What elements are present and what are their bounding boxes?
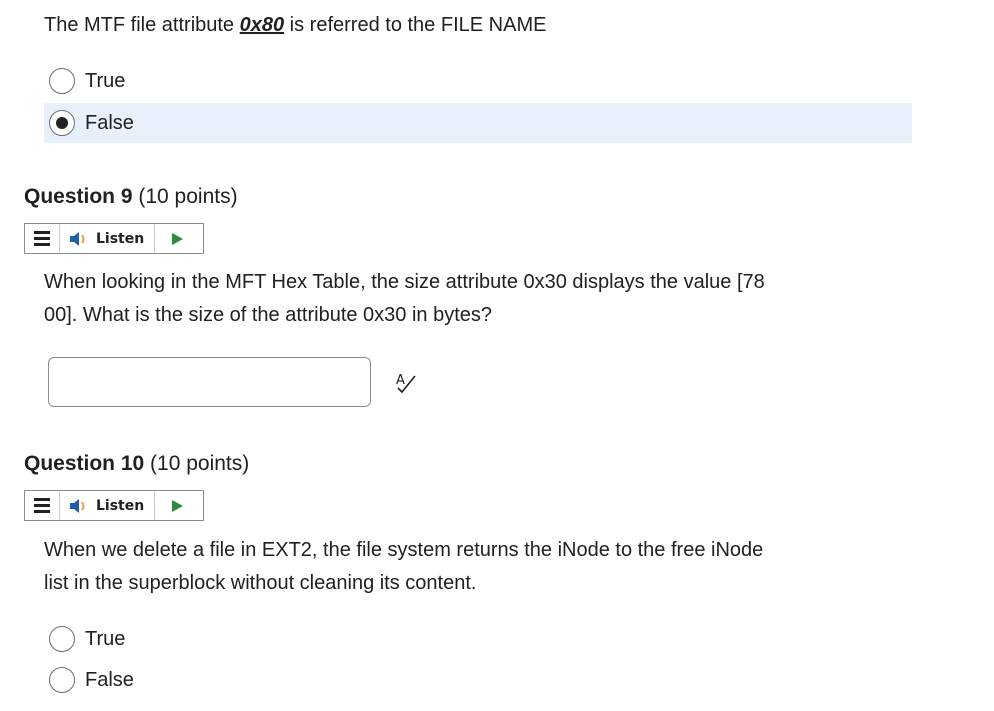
q9-question-text: When looking in the MFT Hex Table, the s… [44, 271, 765, 326]
q10-points: (10 points) [144, 452, 250, 475]
q8-question-text: The MTF file attribute 0x80 is referred … [44, 14, 547, 36]
radio-button-selected[interactable] [49, 110, 75, 136]
q8-option-false[interactable]: False [44, 103, 912, 143]
q10-header: Question 10 (10 points) [24, 452, 249, 476]
menu-icon[interactable] [25, 491, 59, 520]
play-icon[interactable] [154, 224, 199, 253]
q10-listen-toolbar: Listen [24, 490, 204, 521]
radio-dot [56, 117, 68, 129]
menu-icon[interactable] [25, 224, 59, 253]
option-label: False [85, 668, 134, 691]
option-label: True [85, 69, 126, 92]
q9-answer-input[interactable] [48, 357, 371, 407]
radio-button[interactable] [49, 667, 75, 693]
q10-title: Question 10 [24, 452, 145, 475]
listen-button[interactable]: Listen [59, 224, 154, 253]
spellcheck-icon[interactable]: A [393, 370, 419, 394]
radio-button[interactable] [49, 68, 75, 94]
q9-title: Question 9 [24, 185, 133, 208]
play-icon[interactable] [154, 491, 199, 520]
q9-listen-toolbar: Listen [24, 223, 204, 254]
q10-option-false[interactable]: False [44, 660, 912, 700]
option-label: True [85, 627, 126, 650]
q10-question-text: When we delete a file in EXT2, the file … [44, 539, 764, 594]
svg-text:A: A [396, 373, 405, 388]
option-label: False [85, 111, 134, 134]
q10-option-true[interactable]: True [44, 619, 912, 659]
speaker-icon [70, 498, 85, 513]
listen-button[interactable]: Listen [59, 491, 154, 520]
q9-points: (10 points) [132, 185, 238, 208]
radio-button[interactable] [49, 626, 75, 652]
q8-attr-code: 0x80 [239, 14, 285, 36]
q8-option-true[interactable]: True [44, 61, 912, 101]
q9-header: Question 9 (10 points) [24, 185, 238, 209]
speaker-icon [70, 231, 85, 246]
